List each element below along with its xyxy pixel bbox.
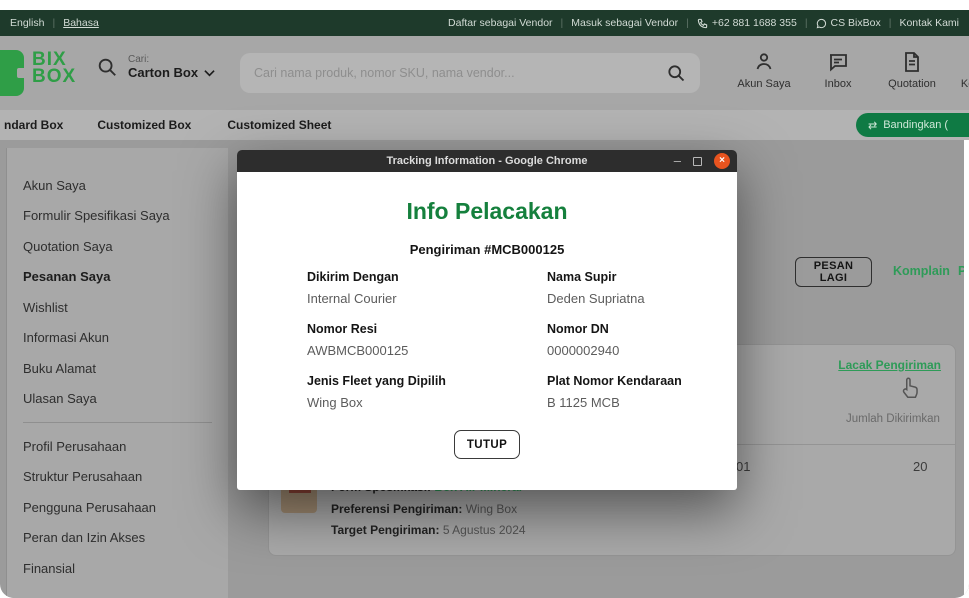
category-navbar: ndard Box Customized Box Customized Shee… [0,110,969,140]
window-titlebar[interactable]: Tracking Information - Google Chrome – × [237,150,737,172]
sidebar-item-peran-izin-akses[interactable]: Peran dan Izin Akses [7,523,228,554]
field-nama-supir: Nama Supir Deden Supriatna [547,270,737,306]
register-vendor-link[interactable]: Daftar sebagai Vendor [448,17,553,29]
minimize-button[interactable]: – [674,156,681,166]
shipping-target-line: Target Pengiriman: 5 Agustus 2024 [331,520,526,542]
field-nomor-dn: Nomor DN 0000002940 [547,322,737,358]
sidebar-item-informasi-akun[interactable]: Informasi Akun [7,323,228,354]
search-input[interactable]: Cari nama produk, nomor SKU, nama vendor… [240,53,700,93]
separator: | [889,17,892,29]
field-dikirim-dengan: Dikirim Dengan Internal Courier [307,270,547,306]
sidebar-item-ulasan-saya[interactable]: Ulasan Saya [7,384,228,415]
search-category-value: Carton Box [128,65,198,80]
window-controls: – × [674,150,730,172]
sidebar-item-pengguna-perusahaan[interactable]: Pengguna Perusahaan [7,492,228,523]
sidebar-item-finansial[interactable]: Finansial [7,553,228,584]
tracking-fields: Dikirim Dengan Internal Courier Nama Sup… [307,270,737,410]
separator: | [686,17,689,29]
sidebar-item-struktur-perusahaan[interactable]: Struktur Perusahaan [7,462,228,493]
sidebar-item-pesanan-saya[interactable]: Pesanan Saya [7,262,228,293]
header-actions: Akun Saya Inbox Quotation Keranjang [732,50,969,90]
tracking-popup-window: Tracking Information - Google Chrome – ×… [237,150,737,490]
chat-icon [816,18,827,29]
sidebar-divider [7,414,228,431]
chevron-down-icon [204,69,215,77]
browser-page: English | Bahasa Daftar sebagai Vendor |… [0,0,969,598]
maximize-button[interactable] [693,157,702,166]
compare-button[interactable]: ⇄ Bandingkan ( [856,113,969,137]
sidebar-item-formulir-spesifikasi[interactable]: Formulir Spesifikasi Saya [7,201,228,232]
sidebar-item-akun-saya[interactable]: Akun Saya [7,170,228,201]
tutup-close-button[interactable]: TUTUP [454,430,520,459]
field-nomor-resi: Nomor Resi AWBMCB000125 [307,322,547,358]
site-header: BIX BOX Cari: Carton Box Cari nama produ… [0,36,969,110]
language-english-link[interactable]: English [10,17,44,29]
sidebar-item-quotation-saya[interactable]: Quotation Saya [7,231,228,262]
top-links: Daftar sebagai Vendor | Masuk sebagai Ve… [448,17,959,29]
sidebar-item-profil-perusahaan[interactable]: Profil Perusahaan [7,431,228,462]
field-jenis-fleet: Jenis Fleet yang Dipilih Wing Box [307,374,547,410]
field-plat-nomor: Plat Nomor Kendaraan B 1125 MCB [547,374,737,410]
language-bahasa-link[interactable]: Bahasa [63,17,99,29]
inbox-icon [826,50,850,74]
phone-icon [697,18,708,29]
login-vendor-link[interactable]: Masuk sebagai Vendor [571,17,678,29]
brand-logo[interactable]: BIX BOX [32,51,76,86]
reorder-button[interactable]: PESAN LAGI [795,257,872,287]
quotation-button[interactable]: Quotation [880,50,944,90]
close-window-button[interactable]: × [714,153,730,169]
shipping-preference-line: Preferensi Pengiriman: Wing Box [331,499,526,521]
search-category-label: Cari: [128,54,215,65]
top-utility-bar: English | Bahasa Daftar sebagai Vendor |… [0,10,969,36]
search-placeholder: Cari nama produk, nomor SKU, nama vendor… [254,66,666,80]
sidebar-item-wishlist[interactable]: Wishlist [7,292,228,323]
clipped-cell-value: 01 [736,459,750,474]
nav-standard-box[interactable]: ndard Box [4,118,63,132]
separator: | [805,17,808,29]
track-shipment-link[interactable]: Lacak Pengiriman [838,358,941,372]
cart-button[interactable]: Keranjang [954,50,969,90]
language-switcher: English | Bahasa [10,17,99,29]
window-title: Tracking Information - Google Chrome [386,155,587,167]
nav-customized-box[interactable]: Customized Box [97,118,191,132]
shipment-number: Pengiriman #MCB000125 [237,242,737,257]
document-icon [900,50,924,74]
complain-link[interactable]: Komplain [893,264,950,278]
separator: | [561,17,564,29]
account-button[interactable]: Akun Saya [732,50,796,90]
contact-link[interactable]: Kontak Kami [899,17,959,29]
cs-bixbox-link[interactable]: CS BixBox [816,17,881,29]
search-icon [96,56,118,78]
phone-link[interactable]: +62 881 1688 355 [697,17,797,29]
sidebar-item-buku-alamat[interactable]: Buku Alamat [7,353,228,384]
search-submit-icon[interactable] [666,63,686,83]
hand-cursor-icon [897,375,923,401]
inbox-button[interactable]: Inbox [806,50,870,90]
tracking-title: Info Pelacakan [237,198,737,225]
account-sidebar: Akun Saya Formulir Spesifikasi Saya Quot… [6,148,228,598]
user-icon [752,50,776,74]
separator: | [52,17,55,29]
window-edge [964,140,969,598]
brand-logo-icon [0,50,24,96]
tracking-info-panel: Info Pelacakan Pengiriman #MCB000125 Dik… [237,172,737,490]
swap-arrows-icon: ⇄ [868,119,877,132]
search-category-dropdown[interactable]: Cari: Carton Box [96,54,215,80]
qty-value: 20 [913,459,927,474]
nav-customized-sheet[interactable]: Customized Sheet [227,118,331,132]
qty-column-header: Jumlah Dikirimkan [846,413,940,425]
